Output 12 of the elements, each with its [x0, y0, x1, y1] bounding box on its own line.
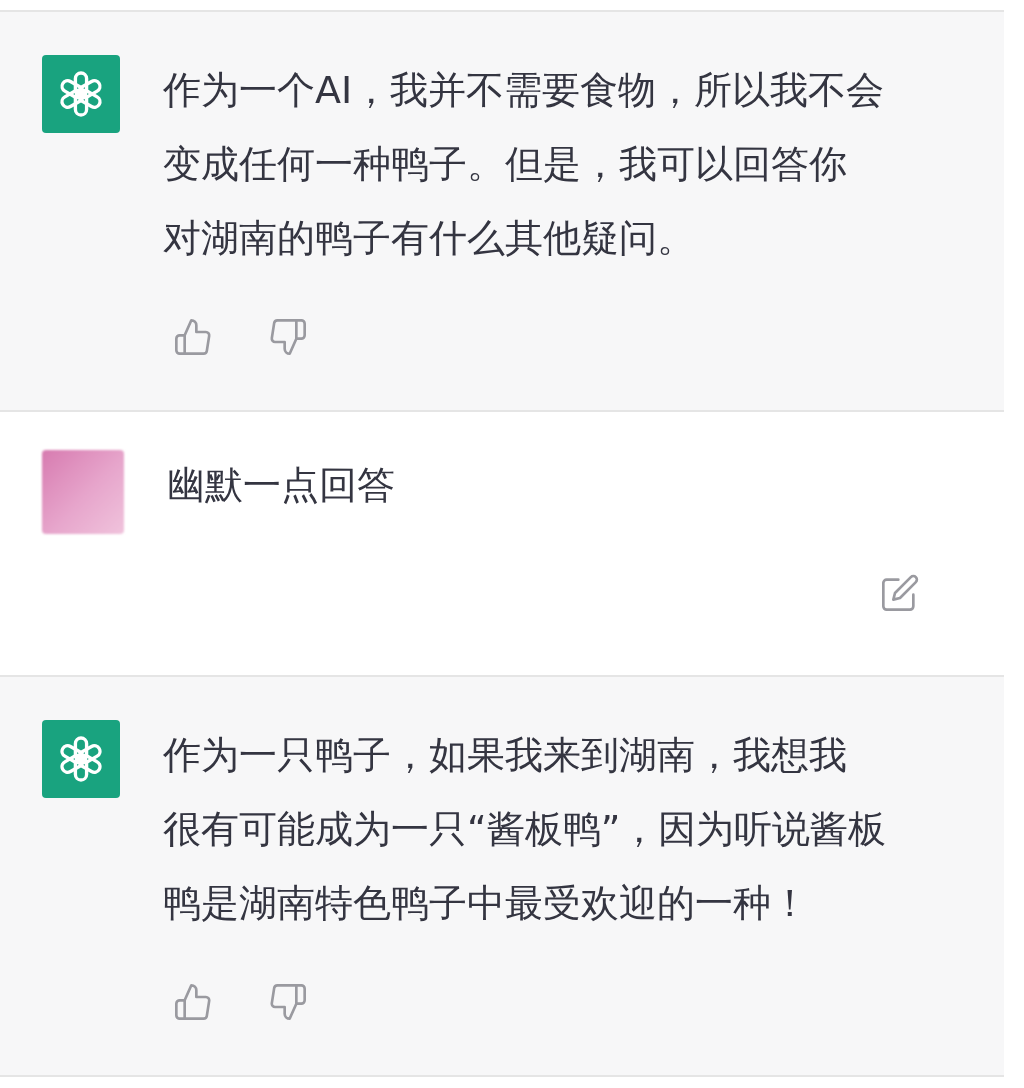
message-text-line: 鸭是湖南特色鸭子中最受欢迎的一种！: [163, 880, 810, 927]
message-text-line: 对湖南的鸭子有什么其他疑问。: [163, 215, 696, 262]
edit-icon[interactable]: [880, 573, 920, 613]
thumbs-down-icon[interactable]: [268, 317, 308, 357]
message-text-line: 变成任何一种鸭子。但是，我可以回答你: [163, 141, 848, 188]
message-text-line: 作为一个AI，我并不需要食物，所以我不会: [163, 67, 885, 114]
message-text-line: 很有可能成为一只“酱板鸭”，因为听说酱板: [163, 806, 887, 853]
thumbs-down-icon[interactable]: [268, 982, 308, 1022]
thumbs-up-icon[interactable]: [173, 317, 213, 357]
message-text-line: 幽默一点回答: [167, 462, 395, 509]
thumbs-up-icon[interactable]: [173, 982, 213, 1022]
message-text-line: 作为一只鸭子，如果我来到湖南，我想我: [163, 732, 848, 779]
